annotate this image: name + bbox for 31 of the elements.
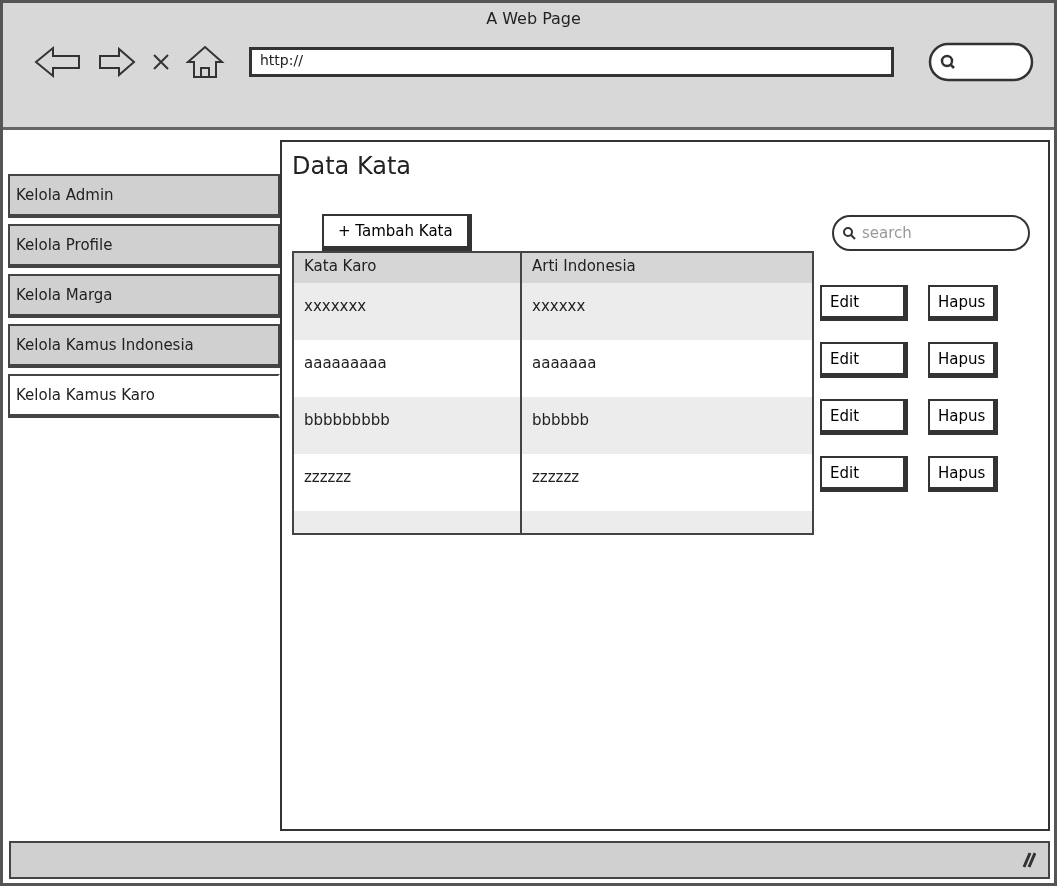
sidebar-item[interactable]: Kelola Kamus Indonesia <box>8 324 280 368</box>
edit-button[interactable]: Edit <box>820 456 908 492</box>
delete-button[interactable]: Hapus <box>928 456 999 492</box>
address-field[interactable]: http:// <box>249 47 894 77</box>
table-cell-text: xxxxxx <box>531 296 587 317</box>
table-cell: xxxxxxx <box>294 283 522 340</box>
sidebar-item[interactable]: Kelola Admin <box>8 174 280 218</box>
table-cell: bbbbbbbbb <box>294 397 522 454</box>
edit-button[interactable]: Edit <box>820 285 908 321</box>
table-cell-text: bbbbbb <box>531 410 591 431</box>
window-title: A Web Page <box>485 8 582 28</box>
table-cell-text: zzzzzz <box>531 467 581 488</box>
add-word-button[interactable]: + Tambah Kata <box>322 214 472 251</box>
page-title: Data Kata <box>292 152 413 180</box>
column-header: Arti Indonesia <box>531 256 637 277</box>
resize-grip-icon <box>1022 852 1036 868</box>
close-icon[interactable] <box>151 52 171 72</box>
forward-arrow-icon[interactable] <box>97 45 137 79</box>
sidebar-item[interactable]: Kelola Kamus Karo <box>8 374 280 418</box>
delete-button[interactable]: Hapus <box>928 342 999 378</box>
delete-button[interactable]: Hapus <box>928 285 999 321</box>
back-arrow-icon[interactable] <box>33 45 83 79</box>
edit-button[interactable]: Edit <box>820 342 908 378</box>
sidebar-item[interactable]: Kelola Marga <box>8 274 280 318</box>
delete-button[interactable]: Hapus <box>928 399 999 435</box>
table-cell-text: aaaaaaa <box>531 353 598 374</box>
home-icon[interactable] <box>185 44 225 80</box>
search-icon <box>842 225 856 240</box>
search-field[interactable] <box>928 42 1034 82</box>
edit-button[interactable]: Edit <box>820 399 908 435</box>
sidebar-item[interactable]: Kelola Profile <box>8 224 280 268</box>
